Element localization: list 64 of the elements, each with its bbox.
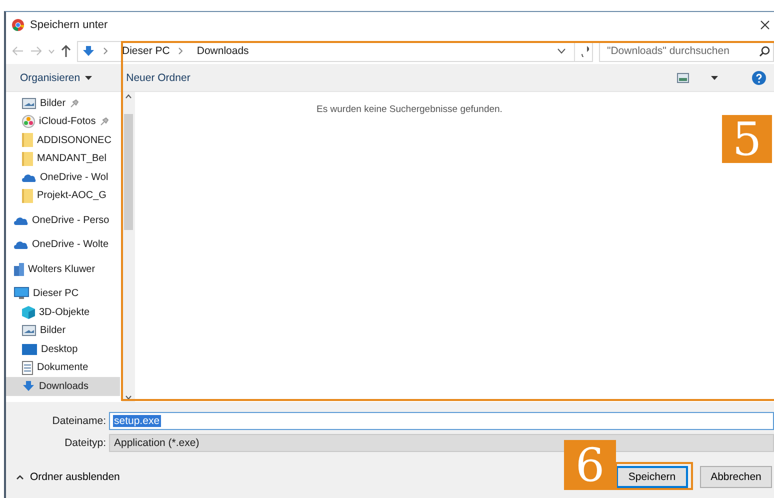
- up-button[interactable]: [61, 45, 71, 57]
- sidebar-item[interactable]: MANDANT_Bel: [6, 150, 120, 168]
- scroll-up-icon[interactable]: [125, 94, 132, 99]
- sidebar-item[interactable]: Downloads: [6, 377, 120, 396]
- sidebar-item[interactable]: Dieser PC: [6, 284, 120, 303]
- sidebar-item[interactable]: OneDrive - Perso: [6, 211, 120, 230]
- chevron-right-icon: [103, 47, 108, 55]
- callout-number: 5: [722, 115, 772, 163]
- refresh-icon[interactable]: [574, 42, 592, 60]
- sidebar-item[interactable]: Desktop: [6, 340, 120, 358]
- scrollbar[interactable]: [122, 92, 135, 402]
- sidebar-item[interactable]: OneDrive - Wolte: [6, 236, 120, 254]
- monitor-icon: [14, 287, 29, 300]
- hide-folders-button[interactable]: Ordner ausblenden: [16, 471, 120, 483]
- help-icon[interactable]: [752, 70, 766, 84]
- sidebar-item[interactable]: ADDISONONEC: [6, 131, 120, 150]
- sidebar-item[interactable]: Projekt-AOC_G: [6, 186, 120, 205]
- folder-icon: [22, 133, 33, 148]
- new-folder-button[interactable]: Neuer Ordner: [126, 72, 190, 84]
- folder-icon: [22, 188, 33, 203]
- cloud-icon: [22, 172, 36, 182]
- sidebar-item[interactable]: Dokumente: [6, 358, 120, 377]
- dialog-button[interactable]: Abbrechen: [700, 466, 772, 488]
- cloud-icon: [14, 240, 28, 250]
- cube-icon: [22, 306, 35, 319]
- cloud-icon: [14, 216, 28, 225]
- caret-down-icon: [85, 76, 92, 80]
- picture-icon: [22, 98, 36, 109]
- browser-logo-icon: [12, 19, 24, 31]
- building-icon: [14, 262, 24, 276]
- sidebar-item[interactable]: iCloud-Fotos: [6, 112, 120, 131]
- breadcrumb[interactable]: Dieser PC: [122, 45, 170, 57]
- view-options-icon[interactable]: [677, 72, 689, 82]
- sidebar-item[interactable]: OneDrive - Wol: [6, 168, 120, 186]
- file-name-field[interactable]: setup.exe: [109, 412, 774, 430]
- window-title: Speichern unter: [30, 19, 109, 31]
- sidebar-item[interactable]: Bilder: [6, 322, 120, 340]
- empty-message: Es wurden keine Suchergebnisse gefunden.: [316, 104, 502, 117]
- organize-button[interactable]: Organisieren: [20, 72, 92, 84]
- sidebar-item[interactable]: 3D-Objekte: [6, 303, 120, 322]
- sidebar-item[interactable]: Bilder: [6, 94, 120, 112]
- picture-icon: [22, 325, 36, 336]
- search-field[interactable]: "Downloads" durchsuchen: [599, 40, 774, 62]
- download-icon: [22, 381, 35, 392]
- breadcrumb[interactable]: Downloads: [196, 45, 249, 57]
- field-label: Dateityp:: [64, 437, 107, 449]
- download-icon: [82, 46, 95, 56]
- dialog-button[interactable]: Speichern: [616, 466, 688, 488]
- chevron-right-icon: [178, 47, 183, 55]
- chevron-up-icon: [16, 474, 24, 480]
- scroll-down-icon[interactable]: [125, 395, 132, 400]
- address-bar[interactable]: Dieser PC Downloads: [77, 40, 593, 62]
- scrollbar-thumb[interactable]: [124, 114, 133, 230]
- desktop-icon: [22, 344, 37, 355]
- document-icon: [22, 360, 33, 375]
- file-name-value: setup.exe: [113, 415, 161, 427]
- chevron-down-icon[interactable]: [557, 48, 566, 54]
- photos-icon: [22, 115, 35, 128]
- callout-number: 6: [564, 440, 616, 490]
- dropdown-caret-icon[interactable]: [711, 76, 718, 80]
- sidebar-item[interactable]: Wolters Kluwer: [6, 260, 120, 278]
- folder-icon: [22, 152, 33, 166]
- field-label: Dateiname:: [51, 415, 107, 427]
- search-icon[interactable]: [759, 46, 770, 56]
